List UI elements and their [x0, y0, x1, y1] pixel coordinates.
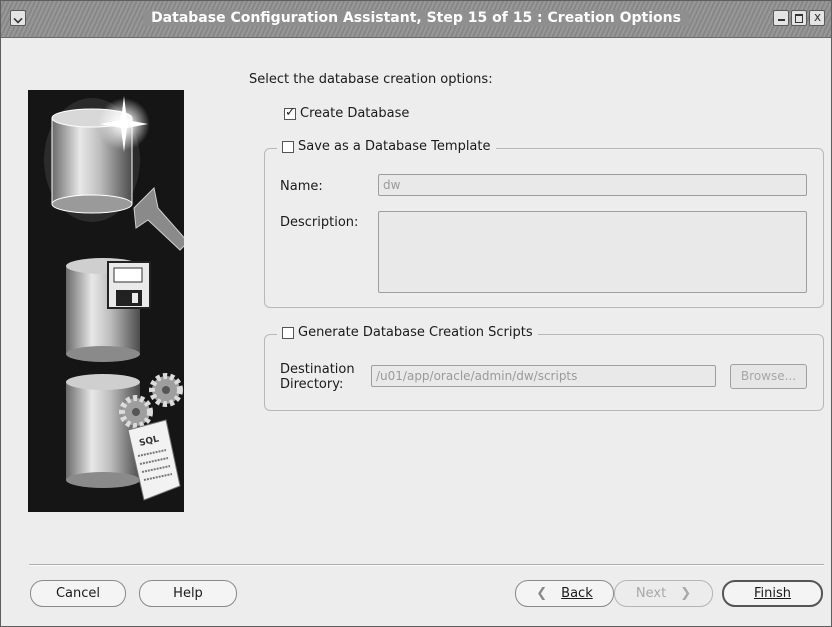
destination-directory-label: Destination Directory:	[280, 362, 355, 392]
generate-scripts-checkbox[interactable]	[282, 326, 294, 339]
destination-directory-field[interactable]: /u01/app/oracle/admin/dw/scripts	[371, 365, 716, 387]
back-label: Back	[561, 586, 593, 601]
template-name-field[interactable]: dw	[378, 174, 807, 196]
finish-button[interactable]: Finish	[722, 580, 823, 607]
sql-scroll-icon: SQL	[127, 419, 181, 501]
template-description-field[interactable]	[378, 211, 807, 293]
back-button[interactable]: ❮ Back	[515, 580, 614, 607]
maximize-button[interactable]	[791, 10, 807, 26]
cancel-button[interactable]: Cancel	[30, 580, 126, 607]
minimize-button[interactable]	[773, 10, 789, 26]
back-arrow-icon: ❮	[536, 586, 548, 601]
create-database-option[interactable]: Create Database	[284, 105, 410, 121]
arrow-cursor-icon	[133, 186, 184, 251]
next-button[interactable]: Next ❯	[614, 580, 713, 607]
save-template-label: Save as a Database Template	[298, 139, 491, 154]
floppy-disk-icon	[66, 258, 151, 362]
options-prompt: Select the database creation options:	[249, 72, 493, 87]
next-label: Next	[635, 586, 667, 601]
next-arrow-icon: ❯	[680, 586, 692, 601]
browse-button[interactable]: Browse...	[730, 364, 807, 389]
description-label: Description:	[280, 215, 359, 230]
close-button[interactable]	[809, 10, 825, 26]
generate-scripts-label: Generate Database Creation Scripts	[298, 325, 533, 340]
name-label: Name:	[280, 179, 323, 194]
create-database-label: Create Database	[300, 106, 410, 121]
window-title: Database Configuration Assistant, Step 1…	[143, 10, 689, 26]
database-illustration-icon: SQL	[28, 90, 184, 512]
title-bar[interactable]: Database Configuration Assistant, Step 1…	[1, 1, 831, 38]
finish-label: Finish	[753, 586, 791, 601]
dbca-window: Database Configuration Assistant, Step 1…	[0, 0, 832, 627]
help-button[interactable]: Help	[139, 580, 237, 607]
save-template-checkbox[interactable]	[282, 140, 294, 153]
create-database-checkbox[interactable]	[284, 105, 296, 120]
button-separator	[29, 564, 824, 566]
